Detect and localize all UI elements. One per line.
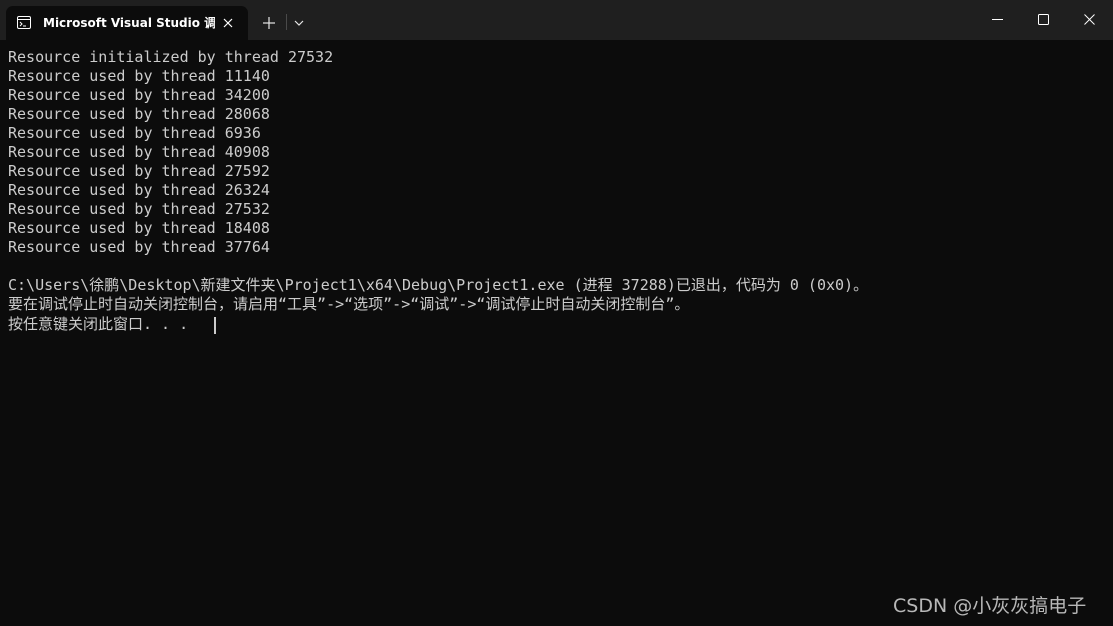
maximize-button[interactable] xyxy=(1021,0,1067,40)
close-icon xyxy=(1084,14,1095,25)
console-line: C:\Users\徐鹏\Desktop\新建文件夹\Project1\x64\D… xyxy=(8,276,869,294)
tab-title: Microsoft Visual Studio 调试控 xyxy=(43,16,215,30)
title-bar[interactable]: Microsoft Visual Studio 调试控 xyxy=(0,0,1113,40)
console-line: Resource used by thread 34200 xyxy=(8,86,270,104)
console-line: Resource used by thread 27532 xyxy=(8,200,270,218)
console-line: Resource used by thread 28068 xyxy=(8,105,270,123)
console-line: Resource used by thread 6936 xyxy=(8,124,261,142)
tab-dropdown-button[interactable] xyxy=(289,10,309,36)
console-line: Resource used by thread 26324 xyxy=(8,181,270,199)
terminal-icon xyxy=(17,16,31,29)
watermark: CSDN @小灰灰搞电子 xyxy=(893,595,1087,617)
console-line: Resource used by thread 18408 xyxy=(8,219,270,237)
close-tab-icon[interactable] xyxy=(220,15,236,31)
minimize-icon xyxy=(992,19,1003,20)
close-window-button[interactable] xyxy=(1067,0,1113,40)
console-line: 按任意键关闭此窗口. . . xyxy=(8,315,189,333)
console-line: Resource used by thread 11140 xyxy=(8,67,270,85)
new-tab-button[interactable] xyxy=(255,10,283,36)
text-cursor xyxy=(214,317,216,334)
console-line: 要在调试停止时自动关闭控制台，请启用“工具”->“选项”->“调试”->“调试停… xyxy=(8,295,690,313)
maximize-icon xyxy=(1038,14,1049,25)
minimize-button[interactable] xyxy=(975,0,1021,40)
plus-icon xyxy=(263,17,275,29)
tab-console[interactable]: Microsoft Visual Studio 调试控 xyxy=(6,6,248,40)
tab-separator xyxy=(286,14,287,30)
console-line: Resource used by thread 40908 xyxy=(8,143,270,161)
chevron-down-icon xyxy=(294,20,304,26)
console-line: Resource initialized by thread 27532 xyxy=(8,48,334,66)
console-line: Resource used by thread 27592 xyxy=(8,162,270,180)
console-line: Resource used by thread 37764 xyxy=(8,238,270,256)
